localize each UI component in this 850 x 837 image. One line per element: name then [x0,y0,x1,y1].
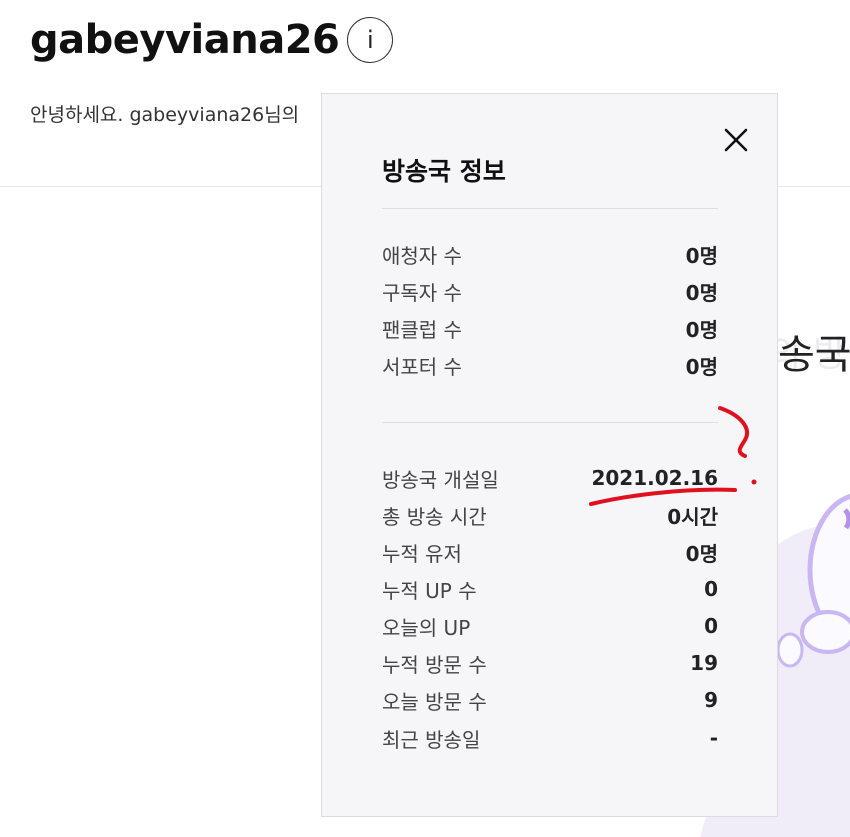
stat-value: 0명 [685,280,718,305]
stat-label: 팬클럽 수 [382,317,462,342]
close-icon [724,128,748,152]
title-divider [382,208,718,209]
stat-label: 서포터 수 [382,354,462,379]
stat-value: 0명 [685,541,718,566]
stat-label: 오늘 방문 수 [382,689,487,714]
close-button[interactable] [718,122,754,158]
info-icon: i [367,26,374,54]
stat-row-subscribers: 구독자 수 0명 [382,276,718,306]
stat-value: 9 [704,688,718,712]
stat-row-opened-date: 방송국 개설일 2021.02.16 [382,463,718,493]
stat-row-cumulative-visits: 누적 방문 수 19 [382,648,718,678]
stat-value: 0명 [685,354,718,379]
stat-value: - [709,726,718,750]
station-info-popover: 방송국 정보 애청자 수 0명 구독자 수 0명 팬클럽 수 0명 서포터 수 … [321,93,778,817]
stat-value: 0 [704,614,718,638]
stat-value: 0명 [685,243,718,268]
stat-value: 0 [704,577,718,601]
stat-label: 누적 방문 수 [382,652,487,677]
stat-row-today-visits: 오늘 방문 수 9 [382,685,718,715]
popover-title: 방송국 정보 [382,157,506,186]
stat-row-fanclub: 팬클럽 수 0명 [382,313,718,343]
section-divider [382,422,718,423]
stat-row-fans: 애청자 수 0명 [382,239,718,269]
stat-row-total-broadcast-time: 총 방송 시간 0시간 [382,500,718,530]
stat-row-supporters: 서포터 수 0명 [382,350,718,380]
channel-title: gabeyviana26 i [30,14,394,66]
stat-label: 방송국 개설일 [382,467,499,492]
stat-value: 0명 [685,317,718,342]
stat-row-recent-broadcast: 최근 방송일 - [382,723,718,753]
stat-value: 2021.02.16 [591,466,718,490]
stat-value: 0시간 [667,504,718,529]
info-button[interactable]: i [347,17,394,63]
stat-row-cumulative-up: 누적 UP 수 0 [382,574,718,604]
stat-row-today-up: 오늘의 UP 0 [382,611,718,641]
channel-name: gabeyviana26 [30,17,340,63]
stat-label: 애청자 수 [382,243,462,268]
stat-label: 최근 방송일 [382,727,481,752]
stat-label: 총 방송 시간 [382,504,487,529]
stat-label: 누적 UP 수 [382,578,477,603]
stat-value: 19 [690,651,718,675]
stat-label: 구독자 수 [382,280,462,305]
stat-label: 오늘의 UP [382,615,471,640]
stat-row-cumulative-users: 누적 유저 0명 [382,537,718,567]
stat-label: 누적 유저 [382,541,462,566]
greeting-text: 안녕하세요. gabeyviana26님의 [30,104,300,126]
background-heading: 송국 [778,332,850,378]
